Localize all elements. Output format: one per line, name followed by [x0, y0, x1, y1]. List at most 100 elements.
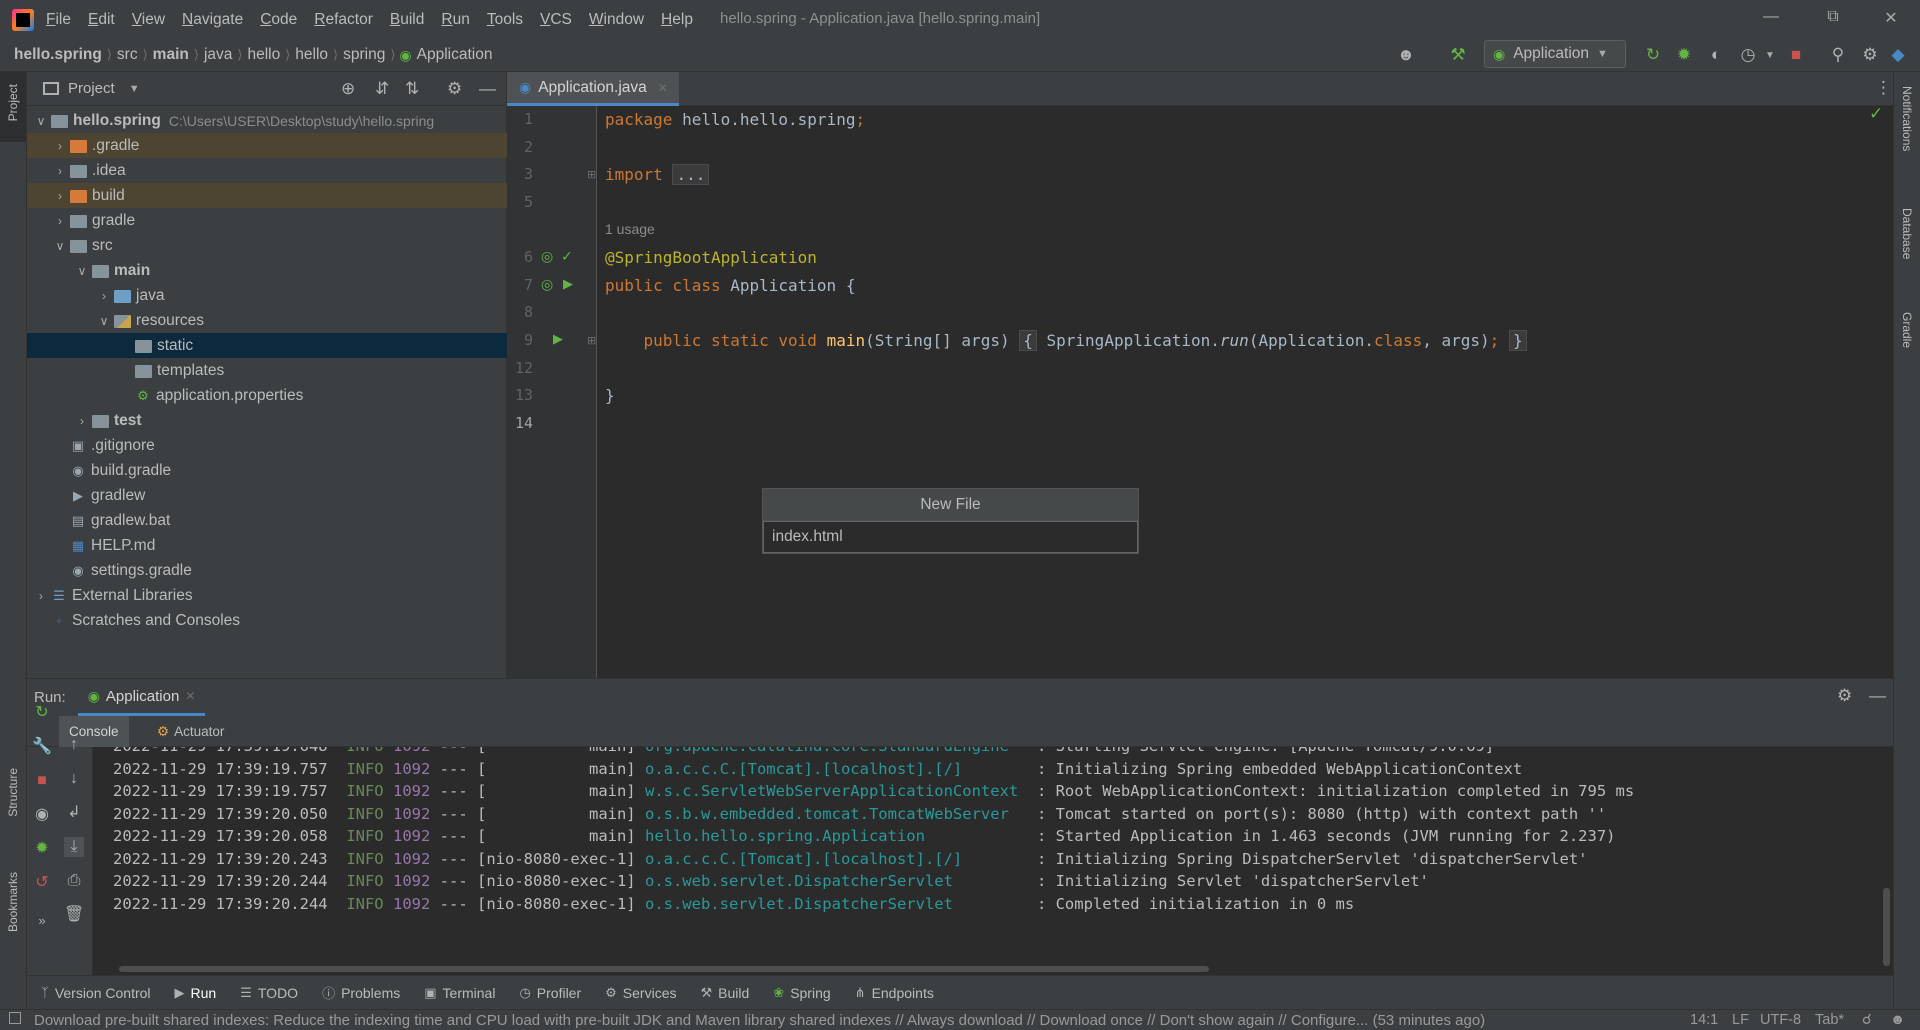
- expand-all-icon[interactable]: ⇵: [375, 79, 389, 99]
- indent-setting[interactable]: Tab*: [1815, 1012, 1844, 1028]
- run-gutter-icon[interactable]: ▶: [563, 276, 573, 292]
- code-editor[interactable]: package hello.hello.spring; import ... 1…: [597, 104, 1893, 678]
- chevron-down-icon[interactable]: ∨: [50, 239, 70, 253]
- menu-build[interactable]: Build: [390, 11, 424, 29]
- profile-icon[interactable]: ◷: [1738, 45, 1758, 65]
- collapse-all-icon[interactable]: ⇅: [405, 79, 419, 99]
- hide-panel-icon[interactable]: —: [1869, 686, 1886, 706]
- usage-hint[interactable]: 1 usage: [605, 221, 655, 237]
- fold-icon[interactable]: ⊞: [587, 168, 596, 181]
- exit-icon[interactable]: ↺: [32, 873, 52, 893]
- tree-item-idea[interactable]: › .idea: [27, 158, 507, 183]
- menu-run[interactable]: Run: [441, 11, 469, 29]
- chevron-right-icon[interactable]: ›: [50, 189, 70, 203]
- spring-config-gutter-icon[interactable]: ✓: [561, 248, 573, 265]
- vertical-scrollbar[interactable]: [1883, 888, 1890, 966]
- tree-item-gradlew[interactable]: ▶ gradlew: [27, 483, 507, 508]
- tree-item-java[interactable]: › java: [27, 283, 507, 308]
- user-icon[interactable]: ☻: [1396, 45, 1416, 65]
- tab-spring[interactable]: ❀ Spring: [773, 985, 830, 1001]
- menu-edit[interactable]: Edit: [88, 11, 115, 29]
- chevron-down-icon[interactable]: ∨: [31, 114, 51, 128]
- menu-help[interactable]: Help: [661, 11, 693, 29]
- chevron-right-icon[interactable]: ›: [94, 289, 114, 303]
- menu-refactor[interactable]: Refactor: [314, 11, 373, 29]
- close-icon[interactable]: ✕: [1876, 8, 1906, 28]
- tree-item-main[interactable]: ∨ main: [27, 258, 507, 283]
- debug-icon[interactable]: ✹: [1674, 45, 1694, 65]
- more-icon[interactable]: »: [32, 911, 52, 931]
- wrench-icon[interactable]: 🔧: [32, 737, 52, 757]
- tab-version-control[interactable]: ᛉ Version Control: [41, 985, 151, 1001]
- line-separator[interactable]: LF: [1732, 1012, 1749, 1028]
- tab-application-java[interactable]: ◉ Application.java ✕: [507, 72, 679, 106]
- tab-profiler[interactable]: ◷ Profiler: [519, 985, 581, 1001]
- tree-item-static[interactable]: static: [27, 333, 507, 358]
- trash-icon[interactable]: 🗑: [64, 905, 84, 925]
- tree-item-gradlew-bat[interactable]: ▤ gradlew.bat: [27, 508, 507, 533]
- tree-item-build[interactable]: › build: [27, 183, 507, 208]
- scroll-to-end-icon[interactable]: ⤓: [64, 837, 84, 857]
- chevron-down-icon[interactable]: ∨: [94, 314, 114, 328]
- chevron-right-icon[interactable]: ›: [50, 139, 70, 153]
- menu-file[interactable]: File: [46, 11, 71, 29]
- spring-bean-gutter-icon[interactable]: ◎: [541, 248, 553, 265]
- tree-item-external-libraries[interactable]: › ☰ External Libraries: [27, 583, 507, 608]
- menu-view[interactable]: View: [132, 11, 165, 29]
- stop-icon[interactable]: ■: [32, 771, 52, 791]
- tab-endpoints[interactable]: ⋔ Endpoints: [855, 985, 934, 1001]
- locate-file-icon[interactable]: ⊕: [341, 79, 355, 99]
- breadcrumb-java[interactable]: java: [199, 46, 237, 64]
- tree-item-scratches[interactable]: ◦ Scratches and Consoles: [27, 608, 507, 633]
- tab-services[interactable]: ⚙ Services: [605, 985, 676, 1001]
- coverage-icon[interactable]: ◐: [1706, 45, 1726, 65]
- chevron-right-icon[interactable]: ›: [72, 414, 92, 428]
- notifications-tool-button[interactable]: Notifications: [1900, 86, 1914, 151]
- chevron-right-icon[interactable]: ›: [50, 214, 70, 228]
- inspection-icon[interactable]: ☻: [1890, 1012, 1905, 1028]
- minimize-icon[interactable]: —: [1756, 8, 1786, 26]
- tree-item-gradle[interactable]: › gradle: [27, 208, 507, 233]
- tab-todo[interactable]: ☰ TODO: [240, 985, 298, 1001]
- tree-item-help-md[interactable]: ▦ HELP.md: [27, 533, 507, 558]
- breadcrumb-main[interactable]: main: [148, 46, 194, 64]
- rerun-icon[interactable]: ↻: [32, 703, 52, 723]
- subtab-actuator[interactable]: ⚙ Actuator: [157, 716, 224, 747]
- file-encoding[interactable]: UTF-8: [1760, 1012, 1801, 1028]
- settings-gear-icon[interactable]: ⚙: [1860, 45, 1880, 65]
- new-file-name-input[interactable]: index.html: [763, 521, 1138, 553]
- chevron-down-icon[interactable]: ∨: [72, 264, 92, 278]
- breadcrumb-spring[interactable]: spring: [338, 46, 390, 64]
- hide-panel-icon[interactable]: —: [479, 79, 496, 99]
- camera-icon[interactable]: ◉: [32, 805, 52, 825]
- stop-icon[interactable]: ■: [1786, 45, 1806, 65]
- tab-build[interactable]: ⚒ Build: [700, 985, 749, 1001]
- restore-icon[interactable]: ⧉: [1818, 8, 1848, 26]
- caret-position[interactable]: 14:1: [1690, 1012, 1718, 1028]
- arrow-up-icon[interactable]: ↑: [64, 735, 84, 755]
- close-tab-icon[interactable]: ✕: [185, 689, 195, 703]
- folded-imports[interactable]: ...: [672, 164, 710, 185]
- breadcrumb-project[interactable]: hello.spring: [0, 46, 107, 64]
- debug-icon[interactable]: ✹: [32, 839, 52, 859]
- tree-item-settings-gradle[interactable]: ◉ settings.gradle: [27, 558, 507, 583]
- tree-item-application-properties[interactable]: ⚙ application.properties: [27, 383, 507, 408]
- lock-icon[interactable]: ☌: [1862, 1012, 1872, 1028]
- tree-item-resources[interactable]: ∨ resources: [27, 308, 507, 333]
- tree-item-gitignore[interactable]: ▣ .gitignore: [27, 433, 507, 458]
- tree-item-templates[interactable]: templates: [27, 358, 507, 383]
- project-panel-title[interactable]: Project: [68, 80, 115, 97]
- search-icon[interactable]: ⚲: [1828, 45, 1848, 65]
- breadcrumb-hello-2[interactable]: hello: [290, 46, 333, 64]
- close-tab-icon[interactable]: ✕: [658, 81, 668, 95]
- run-gutter-icon[interactable]: ▶: [553, 331, 563, 347]
- tree-item-src[interactable]: ∨ src: [27, 233, 507, 258]
- tree-root[interactable]: ∨ hello.spring C:\Users\USER\Desktop\stu…: [27, 108, 507, 133]
- horizontal-scrollbar[interactable]: [119, 966, 1209, 972]
- gradle-tool-button[interactable]: Gradle: [1900, 312, 1914, 348]
- run-tab-application[interactable]: ◉ Application ✕: [77, 679, 206, 716]
- breadcrumb-src[interactable]: src: [112, 46, 143, 64]
- tree-item-build-gradle[interactable]: ◉ build.gradle: [27, 458, 507, 483]
- jetbrains-toolbox-icon[interactable]: ◆: [1888, 45, 1908, 65]
- menu-code[interactable]: Code: [260, 11, 297, 29]
